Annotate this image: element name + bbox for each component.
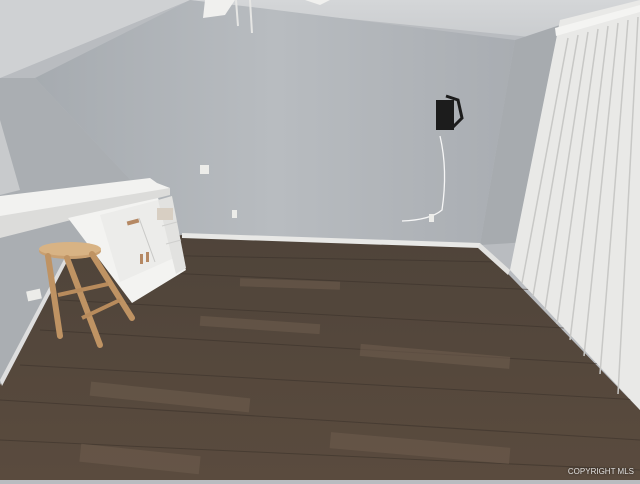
room-photo: COPYRIGHT MLS — [0, 0, 640, 480]
light-switch — [200, 165, 209, 174]
watermark-text: COPYRIGHT MLS — [567, 467, 634, 476]
